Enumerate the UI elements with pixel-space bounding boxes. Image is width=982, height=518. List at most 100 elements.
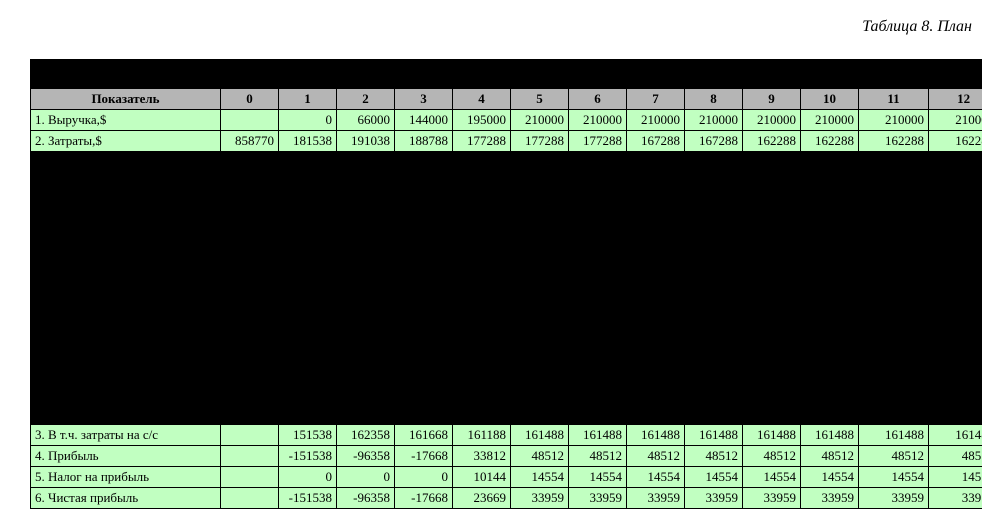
cell: 177288 [511, 131, 569, 152]
cell: 0 [279, 467, 337, 488]
cell: 32235 [859, 257, 929, 278]
cell: 210000 [685, 110, 743, 131]
col-header-8: 8 [685, 89, 743, 110]
cell: 177288 [569, 131, 627, 152]
cell: 400 [221, 278, 279, 299]
cell: 5000 [627, 362, 685, 383]
cell: 2365 [569, 341, 627, 362]
cell: 250 [395, 383, 453, 404]
cell [221, 488, 279, 509]
cell: 2118 [395, 173, 453, 194]
cell: 2400 [511, 215, 569, 236]
cell: 1320 [337, 320, 395, 341]
cell: 65420 [801, 236, 859, 257]
cell: 14554 [801, 467, 859, 488]
cell: 2365 [337, 341, 395, 362]
cell: 33959 [685, 488, 743, 509]
cell: -17668 [395, 488, 453, 509]
row-label: - рабочая сила [31, 278, 221, 299]
cell: 5000 [929, 299, 982, 320]
cell: 161488 [627, 425, 685, 446]
row-label: - реклама [31, 299, 221, 320]
table-row: 6. Чистая прибыль-151538-96358-176682366… [31, 488, 982, 509]
cell: 2365 [859, 341, 929, 362]
cell: 14554 [743, 467, 801, 488]
cell [685, 194, 743, 215]
cell: 3000 [929, 152, 982, 173]
cell: 3000 [279, 152, 337, 173]
cell: 33959 [743, 488, 801, 509]
cell: 161488 [511, 425, 569, 446]
cell: 2118 [627, 173, 685, 194]
cell [221, 173, 279, 194]
cell: 4200 [929, 320, 982, 341]
cell: 10144 [453, 467, 511, 488]
cell: 14554 [511, 467, 569, 488]
cell: 48512 [929, 446, 982, 467]
cell: 48512 [801, 446, 859, 467]
cell: 1000 [337, 404, 395, 425]
cell: 161488 [685, 425, 743, 446]
cell [221, 383, 279, 404]
col-header-4: 4 [453, 89, 511, 110]
cell: 144000 [395, 110, 453, 131]
cell: 3000 [801, 152, 859, 173]
cell: 650 [453, 383, 511, 404]
cell: 650 [685, 383, 743, 404]
cell: 65420 [279, 236, 337, 257]
table-row: - з-ты на связь2400240024002400240024002… [31, 215, 982, 236]
cell [627, 404, 685, 425]
cell: 3900 [453, 320, 511, 341]
cell: 65420 [395, 236, 453, 257]
cell [511, 404, 569, 425]
cell: 858770 [221, 131, 279, 152]
cell: 4200 [627, 320, 685, 341]
cell: 65420 [685, 236, 743, 257]
cell: 2365 [685, 341, 743, 362]
cell: 5000 [337, 362, 395, 383]
cell: 650 [337, 383, 395, 404]
cell: 2118 [511, 173, 569, 194]
cell: 210000 [743, 110, 801, 131]
plan-table: ПЛАН ПО ПРИБЫЛИ Показатель01234567891011… [30, 59, 982, 509]
cell: 400 [801, 278, 859, 299]
cell: 14554 [627, 467, 685, 488]
table-container: ПЛАН ПО ПРИБЫЛИ Показатель01234567891011… [30, 59, 982, 509]
cell: 66000 [337, 110, 395, 131]
row-label: 6. Чистая прибыль [31, 488, 221, 509]
col-header-0: 0 [221, 89, 279, 110]
cell: 188788 [395, 131, 453, 152]
cell: 161488 [801, 425, 859, 446]
cell: 161188 [453, 425, 511, 446]
cell: 2365 [627, 341, 685, 362]
cell: 210000 [859, 110, 929, 131]
cell: 32235 [743, 257, 801, 278]
cell: 400 [453, 278, 511, 299]
cell: 5000 [453, 362, 511, 383]
cell: 33959 [859, 488, 929, 509]
cell [221, 362, 279, 383]
cell [569, 194, 627, 215]
cell: 33959 [627, 488, 685, 509]
col-header-11: 11 [859, 89, 929, 110]
cell: 48512 [743, 446, 801, 467]
cell: 65420 [929, 236, 982, 257]
col-header-12: 12 [929, 89, 982, 110]
cell: 210000 [627, 110, 685, 131]
cell: 400 [627, 278, 685, 299]
row-label: - транспортн.расходы [31, 362, 221, 383]
cell: 3000 [511, 152, 569, 173]
cell: 32235 [511, 257, 569, 278]
cell: 400 [337, 278, 395, 299]
cell [801, 404, 859, 425]
cell: 76220 [221, 236, 279, 257]
table-row: - % страховки (11%)236523652365236523652… [31, 341, 982, 362]
cell [743, 194, 801, 215]
cell: 210000 [511, 110, 569, 131]
cell: 32235 [801, 257, 859, 278]
cell: 65420 [859, 236, 929, 257]
cell: 65420 [569, 236, 627, 257]
cell: 32235 [685, 257, 743, 278]
cell: 400 [569, 278, 627, 299]
cell [511, 194, 569, 215]
